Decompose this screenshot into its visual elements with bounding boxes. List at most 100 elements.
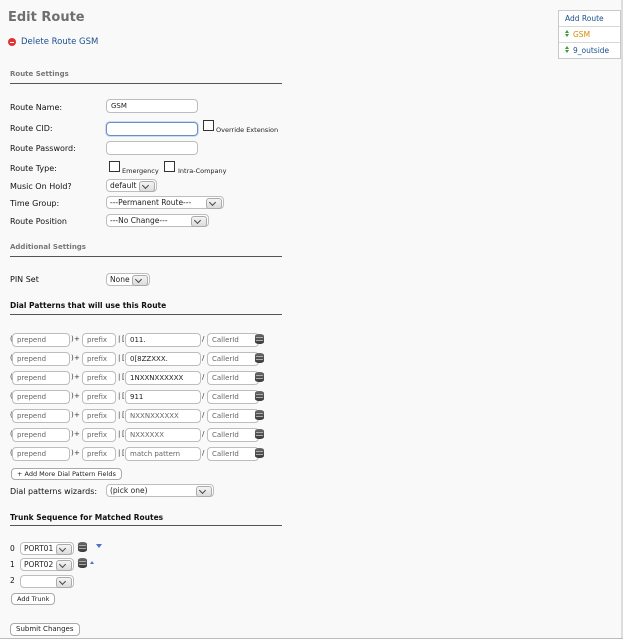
delete-pattern-icon[interactable] (255, 448, 264, 458)
pipe: | (118, 449, 121, 457)
move-down-icon[interactable] (96, 544, 102, 548)
plus-sign: + (74, 411, 80, 419)
route-position-select[interactable]: ---No Change--- (106, 214, 209, 227)
delete-trunk-icon[interactable] (78, 558, 87, 568)
trunk-select-1[interactable]: PORT02 (20, 558, 74, 571)
callerid-input[interactable]: CallerId (207, 409, 259, 423)
callerid-input[interactable]: CallerId (207, 390, 259, 404)
prefix-input[interactable]: prefix (82, 409, 116, 423)
override-extension-checkbox[interactable] (203, 120, 214, 131)
route-position-value: ---No Change--- (110, 216, 168, 225)
add-trunk-button[interactable]: Add Trunk (11, 593, 56, 605)
route-password-input[interactable] (106, 141, 198, 155)
prefix-input[interactable]: prefix (82, 390, 116, 404)
match-pattern-input[interactable]: 1NXXNXXXXXX (125, 371, 201, 385)
dial-pattern-wizard-value: (pick one) (110, 486, 148, 495)
delete-pattern-icon[interactable] (255, 334, 264, 344)
trunk-sequence-heading: Trunk Sequence for Matched Routes (10, 513, 164, 522)
trunk-index: 1 (10, 560, 15, 569)
delete-pattern-icon[interactable] (255, 429, 264, 439)
pipe: | (118, 373, 121, 381)
pin-set-select[interactable]: None (106, 273, 150, 286)
submit-changes-button[interactable]: Submit Changes (10, 623, 80, 636)
prepend-input[interactable]: prepend (12, 428, 70, 442)
delete-icon (8, 38, 16, 46)
match-pattern-input[interactable]: NXXXXXX (125, 428, 201, 442)
match-pattern-input[interactable]: NXXNXXXXXX (125, 409, 201, 423)
route-item-9-outside[interactable]: 9_outside (559, 43, 620, 58)
override-extension-label: Override Extension (216, 126, 279, 134)
divider (10, 256, 282, 257)
slash: / (202, 411, 205, 419)
prepend-input[interactable]: prepend (12, 390, 70, 404)
prepend-input[interactable]: prepend (12, 333, 70, 347)
match-pattern-input[interactable]: 911 (125, 390, 201, 404)
callerid-input[interactable]: CallerId (207, 371, 259, 385)
callerid-input[interactable]: CallerId (207, 333, 259, 347)
prefix-input[interactable]: prefix (82, 428, 116, 442)
route-cid-label: Route CID: (10, 124, 53, 133)
prefix-input[interactable]: prefix (82, 371, 116, 385)
reorder-icon[interactable] (564, 30, 569, 38)
add-more-dial-patterns-button[interactable]: + Add More Dial Pattern Fields (11, 468, 122, 480)
delete-route-link[interactable]: Delete Route GSM (8, 37, 98, 47)
pipe: | (118, 411, 121, 419)
add-route-link[interactable]: Add Route (559, 11, 620, 27)
pipe: | (118, 392, 121, 400)
plus-sign: + (74, 373, 80, 381)
prefix-input[interactable]: prefix (82, 333, 116, 347)
callerid-input[interactable]: CallerId (207, 352, 259, 366)
page-title: Edit Route (8, 10, 85, 25)
delete-pattern-icon[interactable] (255, 391, 264, 401)
slash: / (202, 449, 205, 457)
slash: / (202, 430, 205, 438)
callerid-input[interactable]: CallerId (207, 428, 259, 442)
match-pattern-input[interactable]: 011. (125, 333, 201, 347)
trunk-select-2[interactable] (20, 575, 74, 588)
pipe: | (118, 335, 121, 343)
callerid-input[interactable]: CallerId (207, 447, 259, 461)
route-position-label: Route Position (10, 217, 67, 226)
slash: / (202, 392, 205, 400)
pipe: | (118, 430, 121, 438)
prefix-input[interactable]: prefix (82, 447, 116, 461)
prepend-input[interactable]: prepend (12, 352, 70, 366)
dial-pattern-row: (prepend)+prefix|[0[8ZZXXX./CallerId] (10, 352, 270, 366)
emergency-checkbox[interactable] (109, 161, 120, 172)
emergency-label: Emergency (122, 167, 159, 175)
music-on-hold-label: Music On Hold? (10, 182, 72, 191)
route-settings-heading: Route Settings (10, 70, 69, 78)
plus-sign: + (74, 392, 80, 400)
route-password-label: Route Password: (10, 144, 76, 153)
delete-pattern-icon[interactable] (255, 353, 264, 363)
move-up-icon[interactable] (90, 561, 94, 564)
route-item-label: GSM (573, 30, 591, 39)
prepend-input[interactable]: prepend (12, 409, 70, 423)
route-name-input[interactable]: GSM (106, 99, 198, 113)
delete-trunk-icon[interactable] (78, 542, 87, 552)
dial-pattern-row: (prepend)+prefix|[1NXXNXXXXXX/CallerId] (10, 371, 270, 385)
trunk-index: 2 (10, 576, 15, 585)
reorder-icon[interactable] (564, 46, 569, 54)
trunk-value: PORT02 (24, 560, 54, 569)
route-item-gsm[interactable]: GSM (559, 27, 620, 43)
chevron-down-icon (139, 181, 155, 192)
prepend-input[interactable]: prepend (12, 447, 70, 461)
divider (10, 83, 282, 84)
dial-pattern-wizard-select[interactable]: (pick one) (106, 484, 214, 497)
route-cid-input[interactable] (106, 122, 198, 136)
delete-pattern-icon[interactable] (255, 410, 264, 420)
music-on-hold-select[interactable]: default (106, 179, 157, 192)
plus-sign: + (74, 430, 80, 438)
time-group-select[interactable]: ---Permanent Route--- (106, 196, 224, 209)
trunk-select-0[interactable]: PORT01 (20, 542, 74, 555)
divider (10, 525, 282, 526)
match-pattern-input[interactable]: match pattern (125, 447, 201, 461)
match-pattern-input[interactable]: 0[8ZZXXX. (125, 352, 201, 366)
delete-pattern-icon[interactable] (255, 372, 264, 382)
intra-company-checkbox[interactable] (164, 161, 175, 172)
prepend-input[interactable]: prepend (12, 371, 70, 385)
plus-sign: + (74, 449, 80, 457)
chevron-down-icon (206, 198, 222, 209)
prefix-input[interactable]: prefix (82, 352, 116, 366)
